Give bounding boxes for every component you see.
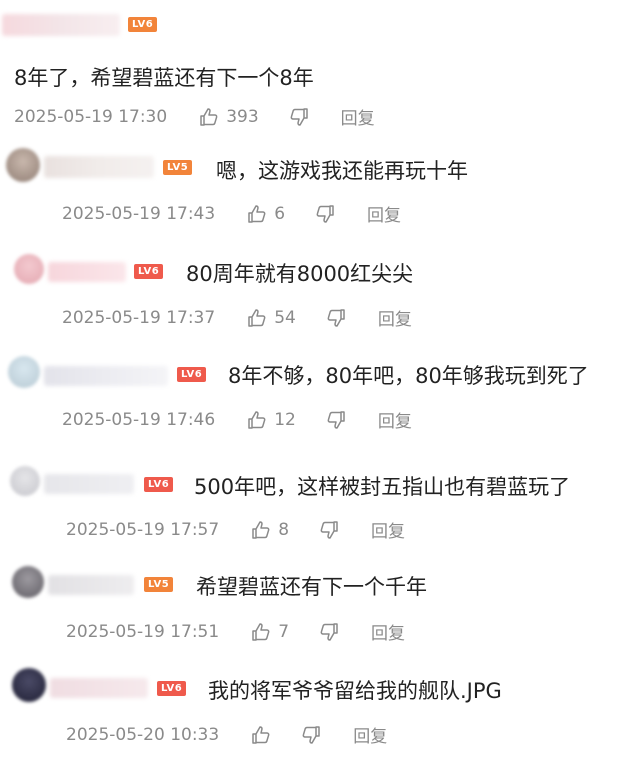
username-blurred[interactable]	[2, 14, 120, 36]
like-button[interactable]	[251, 725, 271, 745]
dislike-button[interactable]	[301, 725, 321, 745]
reply-button[interactable]: 回复	[378, 305, 412, 330]
thumbs-down-icon	[320, 520, 338, 539]
comment-meta: 2025-05-19 17:57 8 回复	[66, 517, 405, 543]
dislike-button[interactable]	[319, 520, 339, 540]
timestamp: 2025-05-19 17:30	[14, 106, 168, 127]
avatar[interactable]	[12, 668, 46, 702]
reply-button[interactable]: 回复	[378, 407, 412, 432]
comment-meta: 2025-05-19 17:46 12 回复	[62, 407, 412, 433]
like-button[interactable]: 54	[247, 308, 296, 328]
like-count: 8	[278, 519, 290, 540]
thumbs-down-icon	[327, 308, 345, 327]
comment-meta: 2025-05-20 10:33 回复	[66, 722, 387, 748]
avatar[interactable]	[14, 254, 44, 284]
comment-meta: 2025-05-19 17:30 393 回复	[14, 104, 375, 130]
dislike-button[interactable]	[319, 622, 339, 642]
timestamp: 2025-05-19 17:57	[66, 519, 220, 540]
username-blurred[interactable]	[44, 366, 168, 386]
like-count: 6	[274, 203, 286, 224]
thumbs-up-icon	[248, 410, 266, 429]
level-badge: LV6	[134, 264, 164, 279]
comment-text: 我的将军爷爷留给我的舰队.JPG	[208, 679, 502, 703]
username-blurred[interactable]	[48, 575, 134, 595]
dislike-button[interactable]	[315, 204, 335, 224]
reply-button[interactable]: 回复	[371, 619, 405, 644]
comment-meta: 2025-05-19 17:37 54 回复	[62, 305, 412, 331]
dislike-button[interactable]	[326, 308, 346, 328]
thumbs-down-icon	[320, 622, 338, 641]
thumbs-up-icon	[252, 520, 270, 539]
comment-meta: 2025-05-19 17:51 7 回复	[66, 619, 405, 645]
timestamp: 2025-05-19 17:43	[62, 203, 216, 224]
like-count: 54	[274, 307, 296, 328]
avatar[interactable]	[6, 148, 40, 182]
like-button[interactable]: 7	[251, 622, 289, 642]
like-count: 7	[278, 621, 290, 642]
thumbs-up-icon	[248, 308, 266, 327]
like-button[interactable]: 6	[247, 204, 285, 224]
username-blurred[interactable]	[44, 474, 134, 494]
avatar[interactable]	[12, 566, 44, 598]
username-blurred[interactable]	[48, 262, 126, 282]
thumbs-down-icon	[290, 107, 308, 126]
thumbs-up-icon	[252, 725, 270, 744]
timestamp: 2025-05-19 17:51	[66, 621, 220, 642]
comment-meta: 2025-05-19 17:43 6 回复	[62, 201, 401, 227]
thumbs-up-icon	[252, 622, 270, 641]
reply-button[interactable]: 回复	[353, 722, 387, 747]
thumbs-down-icon	[302, 725, 320, 744]
dislike-button[interactable]	[326, 410, 346, 430]
like-button[interactable]: 8	[251, 520, 289, 540]
thumbs-up-icon	[248, 204, 266, 223]
like-button[interactable]: 393	[199, 106, 259, 127]
level-badge: LV6	[157, 681, 187, 696]
level-badge: LV6	[144, 477, 174, 492]
like-count: 393	[226, 106, 259, 127]
like-button[interactable]: 12	[247, 410, 296, 430]
dislike-button[interactable]	[289, 107, 309, 127]
comment-text: 500年吧，这样被封五指山也有碧蓝玩了	[194, 475, 571, 499]
username-blurred[interactable]	[50, 678, 148, 698]
thumbs-down-icon	[316, 204, 334, 223]
comment-text: 嗯，这游戏我还能再玩十年	[216, 159, 468, 183]
reply-button[interactable]: 回复	[371, 517, 405, 542]
level-badge: LV6	[177, 367, 207, 382]
timestamp: 2025-05-19 17:37	[62, 307, 216, 328]
level-badge: LV5	[144, 577, 174, 592]
avatar[interactable]	[10, 466, 40, 496]
username-blurred[interactable]	[44, 156, 154, 178]
timestamp: 2025-05-19 17:46	[62, 409, 216, 430]
level-badge: LV5	[163, 160, 193, 175]
like-count: 12	[274, 409, 296, 430]
comment-text: 希望碧蓝还有下一个千年	[196, 575, 427, 599]
avatar[interactable]	[8, 356, 40, 388]
comment-text: 8年了，希望碧蓝还有下一个8年	[14, 66, 314, 90]
reply-button[interactable]: 回复	[341, 104, 375, 129]
comment-text: 8年不够，80年吧，80年够我玩到死了	[228, 364, 589, 388]
comment-text: 80周年就有8000红尖尖	[186, 262, 414, 286]
timestamp: 2025-05-20 10:33	[66, 724, 220, 745]
thumbs-up-icon	[200, 107, 218, 126]
thumbs-down-icon	[327, 410, 345, 429]
level-badge: LV6	[128, 17, 158, 32]
reply-button[interactable]: 回复	[367, 201, 401, 226]
